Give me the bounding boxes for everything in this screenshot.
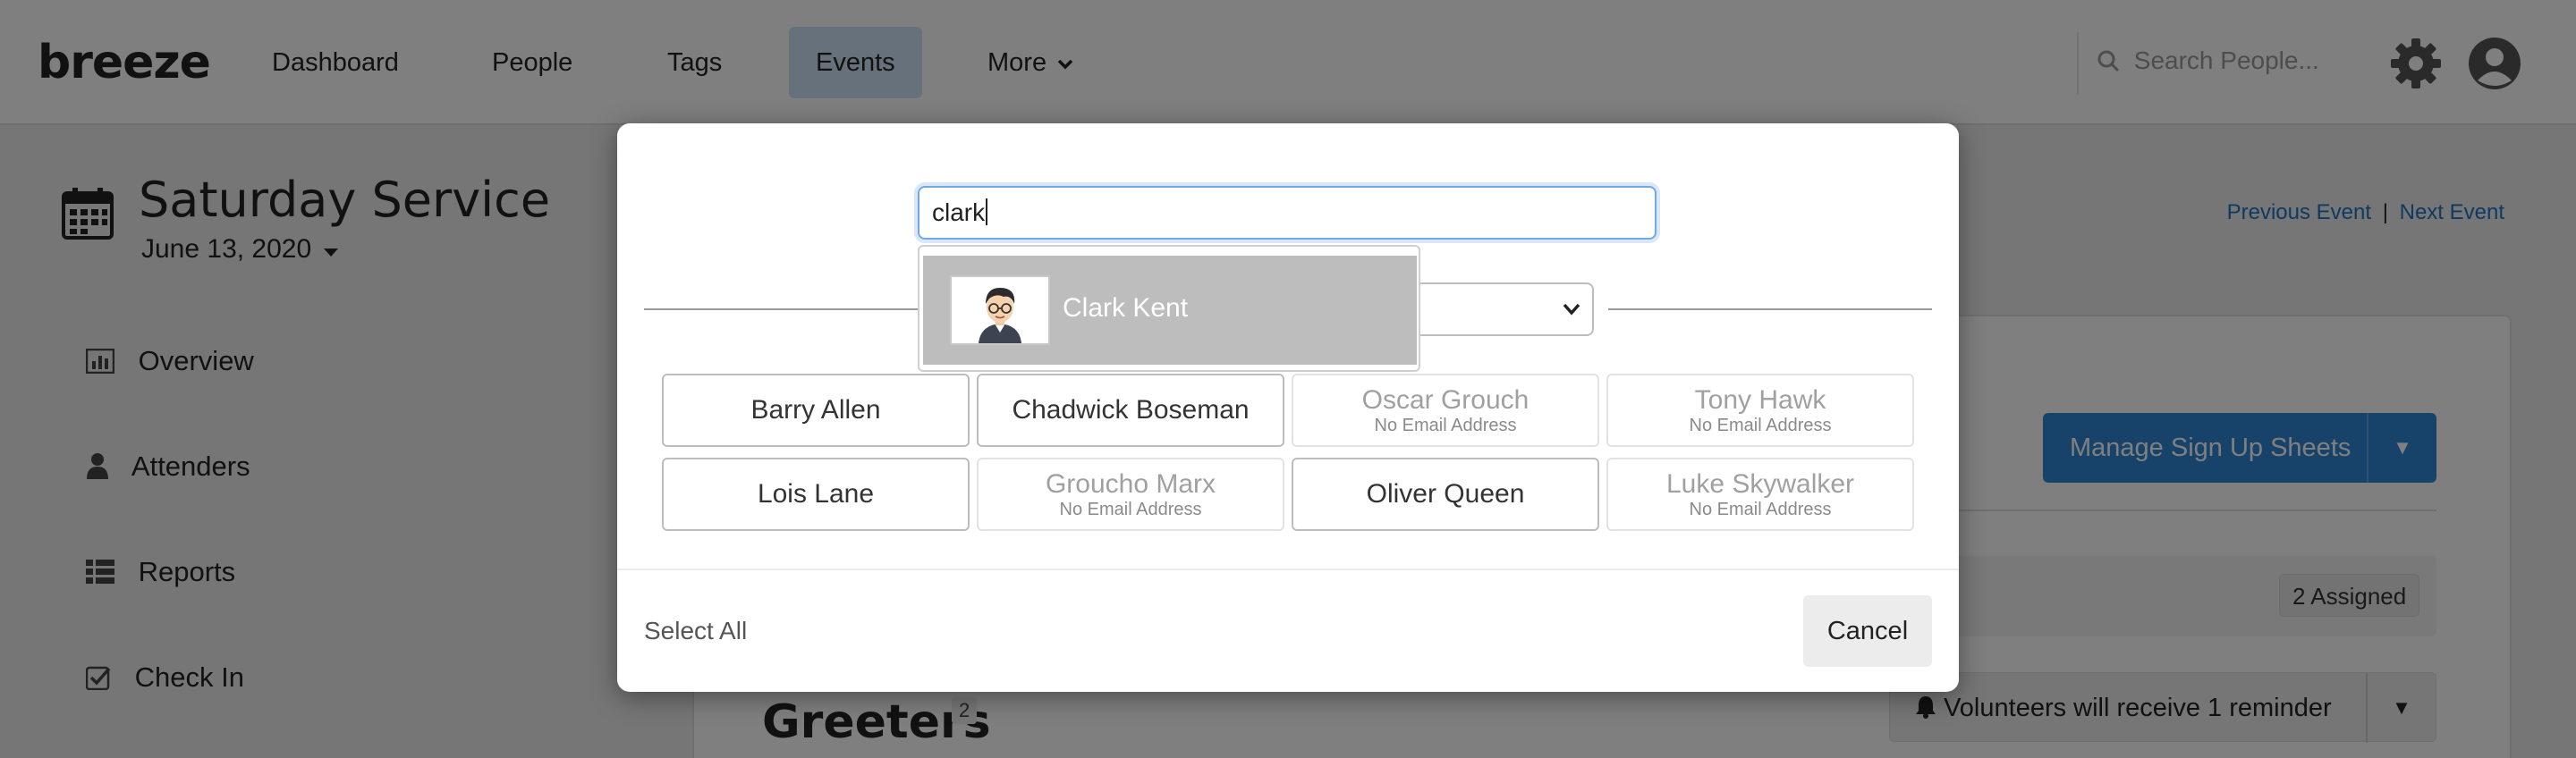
person-name: Oliver Queen (1366, 479, 1525, 509)
divider-left (644, 308, 921, 310)
person-button-lois-lane[interactable]: Lois Lane (662, 458, 970, 531)
person-email-status: No Email Address (1689, 500, 1832, 519)
person-button-barry-allen[interactable]: Barry Allen (662, 374, 970, 447)
divider-right (1608, 308, 1932, 310)
person-email-status: No Email Address (1059, 500, 1202, 519)
person-email-status: No Email Address (1374, 416, 1517, 435)
person-name: Lois Lane (757, 479, 875, 509)
person-button-tony-hawk: Tony Hawk No Email Address (1606, 374, 1914, 447)
person-button-groucho-marx: Groucho Marx No Email Address (977, 458, 1284, 531)
person-name: Chadwick Boseman (1012, 395, 1250, 425)
add-people-modal: clark Barry Allen Chadwick Boseman Oscar… (617, 123, 1959, 692)
filter-select[interactable] (1404, 282, 1594, 336)
person-avatar (950, 275, 1050, 345)
person-name: Barry Allen (750, 395, 881, 425)
person-name: Tony Hawk (1694, 385, 1826, 415)
person-avatar-image (952, 277, 1048, 343)
autocomplete-item[interactable]: Clark Kent (923, 256, 1417, 365)
person-search-input[interactable]: clark (918, 186, 1657, 240)
select-all-link[interactable]: Select All (644, 617, 747, 645)
person-email-status: No Email Address (1689, 416, 1832, 435)
person-button-oliver-queen[interactable]: Oliver Queen (1292, 458, 1599, 531)
person-button-oscar-grouch: Oscar Grouch No Email Address (1292, 374, 1599, 447)
person-name: Oscar Grouch (1361, 385, 1530, 415)
search-input-value: clark (932, 198, 986, 226)
person-name: Groucho Marx (1045, 469, 1216, 499)
autocomplete-item-name: Clark Kent (1063, 293, 1189, 323)
person-button-chadwick-boseman[interactable]: Chadwick Boseman (977, 374, 1284, 447)
modal-footer-divider (617, 568, 1959, 570)
autocomplete-dropdown: Clark Kent (918, 245, 1420, 372)
person-name: Luke Skywalker (1665, 469, 1855, 499)
cancel-button[interactable]: Cancel (1803, 595, 1932, 667)
chevron-down-icon (1563, 303, 1580, 316)
person-button-luke-skywalker: Luke Skywalker No Email Address (1606, 458, 1914, 531)
text-cursor (986, 198, 988, 225)
